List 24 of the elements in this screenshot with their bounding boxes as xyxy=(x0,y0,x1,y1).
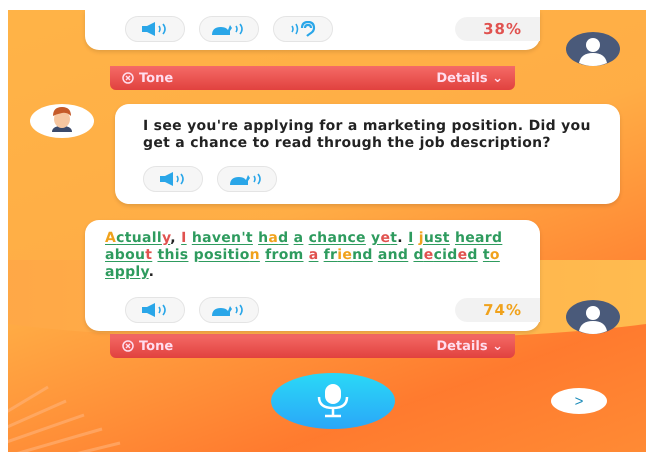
audio-button[interactable] xyxy=(199,297,259,323)
audio-button[interactable] xyxy=(143,166,203,192)
tone-toggle[interactable]: Tone xyxy=(122,70,174,86)
next-button[interactable]: > xyxy=(551,388,607,414)
speaker-icon xyxy=(141,22,169,36)
message-text: I see you're applying for a marketing position. Did you get a chance to read through the job description? xyxy=(143,118,592,152)
tone-toggle[interactable]: Tone xyxy=(122,338,174,354)
score-badge: 38% xyxy=(455,17,540,41)
score-badge: 74% xyxy=(455,298,540,322)
audio-button[interactable] xyxy=(273,16,333,42)
user-avatar-icon xyxy=(566,32,620,66)
speaker-icon xyxy=(159,172,187,186)
user-avatar-icon xyxy=(566,300,620,334)
speaker-icon xyxy=(141,303,169,317)
details-link[interactable]: Details ⌄ xyxy=(436,70,503,86)
close-circle-icon xyxy=(122,72,134,84)
transcript-text: Actually, I haven't had a chance yet. I just heard about this position from a friend and decided to apply. xyxy=(105,230,504,281)
audio-button[interactable] xyxy=(199,16,259,42)
bot-avatar-icon xyxy=(30,104,94,138)
audio-button[interactable] xyxy=(125,297,185,323)
close-circle-icon xyxy=(122,340,134,352)
details-link[interactable]: Details ⌄ xyxy=(436,338,503,354)
audio-button[interactable] xyxy=(125,16,185,42)
audio-button[interactable] xyxy=(217,166,277,192)
